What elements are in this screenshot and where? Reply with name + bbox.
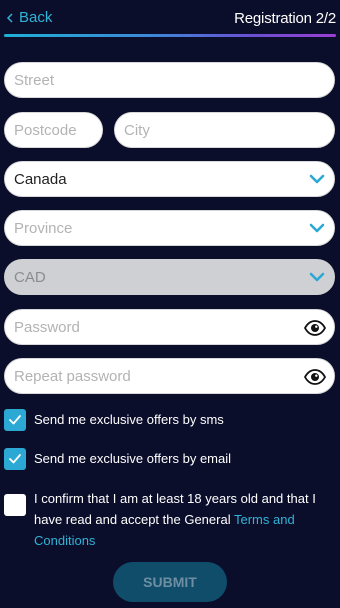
password-input[interactable] — [14, 318, 334, 336]
sms-consent-row: Send me exclusive offers by sms — [4, 409, 224, 431]
country-value: Canada — [14, 170, 67, 188]
submit-button[interactable]: SUBMIT — [113, 562, 227, 602]
chevron-down-icon — [309, 223, 325, 233]
email-consent-label: Send me exclusive offers by email — [34, 451, 232, 466]
currency-select: CAD — [4, 259, 335, 295]
sms-consent-label: Send me exclusive offers by sms — [34, 412, 224, 427]
city-input[interactable] — [124, 121, 334, 139]
chevron-left-icon — [6, 12, 13, 23]
eye-icon[interactable] — [304, 320, 326, 336]
street-input[interactable] — [14, 71, 334, 89]
postcode-field[interactable] — [4, 112, 103, 148]
street-field[interactable] — [4, 62, 335, 98]
currency-value: CAD — [14, 268, 46, 286]
province-select[interactable]: Province — [4, 210, 335, 246]
city-field[interactable] — [114, 112, 335, 148]
back-button[interactable]: Back — [6, 9, 52, 26]
postcode-input[interactable] — [14, 121, 102, 139]
eye-icon[interactable] — [304, 369, 326, 385]
back-label: Back — [19, 9, 53, 26]
email-checkbox[interactable] — [4, 448, 26, 470]
province-placeholder: Province — [14, 219, 73, 237]
repeat-password-input[interactable] — [14, 367, 334, 385]
page-title: Registration 2/2 — [234, 10, 336, 27]
header: Back Registration 2/2 — [0, 0, 340, 38]
chevron-down-icon — [309, 174, 325, 184]
repeat-password-field[interactable] — [4, 358, 335, 394]
check-icon — [9, 415, 21, 425]
age-consent-label: I confirm that I am at least 18 years ol… — [34, 488, 338, 551]
password-field[interactable] — [4, 309, 335, 345]
email-consent-row: Send me exclusive offers by email — [4, 448, 231, 470]
age-consent-row: I confirm that I am at least 18 years ol… — [4, 488, 338, 551]
age-terms-checkbox[interactable] — [4, 494, 26, 516]
check-icon — [9, 454, 21, 464]
progress-bar — [4, 34, 336, 37]
country-select[interactable]: Canada — [4, 161, 335, 197]
sms-checkbox[interactable] — [4, 409, 26, 431]
chevron-down-icon — [309, 272, 325, 282]
